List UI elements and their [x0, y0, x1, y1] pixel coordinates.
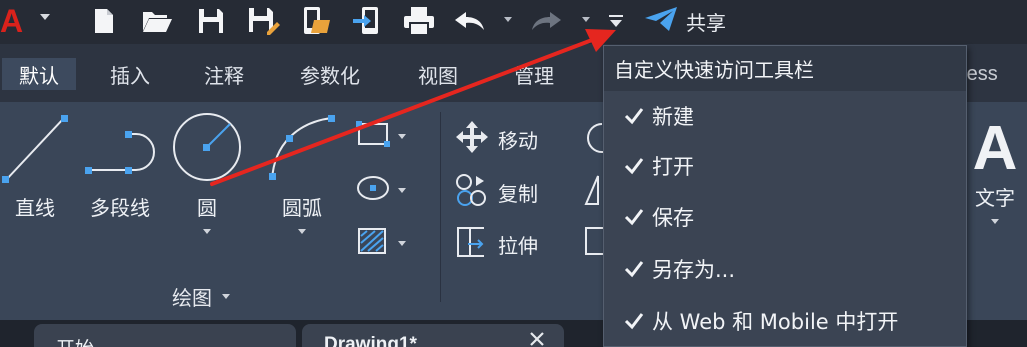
hatch-tool[interactable] — [356, 226, 406, 260]
customize-dropdown-icon[interactable] — [604, 6, 628, 36]
rotate-icon[interactable] — [582, 120, 604, 154]
hatch-icon — [356, 226, 390, 260]
check-icon — [624, 260, 646, 278]
menu-title: 自定义快速访问工具栏 — [604, 46, 966, 91]
arc-dropdown-caret-icon[interactable] — [298, 229, 306, 234]
mirror-icon[interactable] — [582, 172, 604, 206]
open-icon[interactable] — [140, 6, 174, 36]
app-menu-caret-icon[interactable] — [40, 14, 50, 20]
text-dropdown-caret-icon[interactable] — [991, 219, 999, 224]
draw-panel-expand-caret-icon[interactable] — [222, 294, 230, 299]
drawing-tab[interactable]: Drawing1* — [302, 324, 564, 347]
polyline-label: 多段线 — [90, 196, 150, 220]
tab-manage[interactable]: 管理 — [496, 58, 572, 90]
quick-access-toolbar: A 共享 — [0, 0, 1027, 44]
copy-label: 复制 — [498, 181, 538, 206]
app-logo[interactable]: A — [0, 4, 38, 38]
share-icon — [644, 6, 678, 37]
tab-parametric[interactable]: 参数化 — [280, 58, 380, 90]
tab-default[interactable]: 默认 — [2, 58, 76, 90]
text-label: 文字 — [975, 186, 1015, 210]
text-tool[interactable]: A 文字 — [966, 116, 1024, 224]
ellipse-tool[interactable] — [356, 174, 406, 206]
polyline-icon — [80, 110, 160, 192]
hatch-dropdown-caret-icon[interactable] — [398, 240, 406, 246]
menu-item-label: 另存为... — [652, 258, 736, 282]
ellipse-icon — [356, 174, 390, 206]
tab-insert[interactable]: 插入 — [92, 58, 168, 90]
text-icon: A — [972, 114, 1018, 183]
save-as-icon[interactable] — [246, 6, 282, 36]
draw-panel-title[interactable]: 绘图 — [172, 282, 230, 311]
menu-item-open-from-web-mobile[interactable]: 从 Web 和 Mobile 中打开 — [604, 296, 966, 346]
circle-icon — [170, 110, 244, 192]
menu-item-label: 从 Web 和 Mobile 中打开 — [652, 310, 899, 334]
share-button[interactable]: 共享 — [644, 6, 726, 36]
move-tool[interactable]: 移动 — [454, 120, 538, 158]
arc-tool[interactable]: 圆弧 — [262, 110, 342, 234]
circle-dropdown-caret-icon[interactable] — [203, 229, 211, 234]
redo-icon[interactable] — [528, 6, 564, 36]
close-icon[interactable] — [528, 330, 546, 347]
start-tab[interactable]: 开始 — [34, 324, 296, 347]
check-icon — [624, 107, 646, 125]
ellipse-dropdown-caret-icon[interactable] — [398, 187, 406, 193]
panel-separator — [440, 112, 441, 302]
stretch-tool[interactable]: 拉伸 — [454, 224, 538, 264]
share-label: 共享 — [686, 10, 726, 35]
menu-item-label: 打开 — [652, 155, 694, 179]
print-icon[interactable] — [400, 6, 438, 36]
move-label: 移动 — [498, 128, 538, 153]
undo-dropdown-caret-icon[interactable] — [504, 17, 512, 22]
circle-tool[interactable]: 圆 — [170, 110, 244, 234]
stretch-label: 拉伸 — [498, 233, 538, 258]
menu-item-save[interactable]: 保存 — [604, 192, 966, 242]
move-icon — [454, 120, 490, 158]
rectangle-dropdown-caret-icon[interactable] — [398, 133, 406, 139]
menu-item-label: 保存 — [652, 206, 694, 230]
copy-tool[interactable]: 复制 — [454, 172, 538, 212]
save-icon[interactable] — [194, 6, 228, 36]
rectangle-tool[interactable] — [356, 120, 406, 152]
check-icon — [624, 312, 646, 330]
polyline-tool[interactable]: 多段线 — [80, 110, 160, 221]
redo-dropdown-caret-icon[interactable] — [582, 17, 590, 22]
save-to-web-mobile-icon[interactable] — [350, 6, 384, 36]
line-tool[interactable]: 直线 — [2, 110, 68, 221]
line-label: 直线 — [15, 196, 55, 220]
scale-icon[interactable] — [582, 224, 604, 258]
line-icon — [2, 110, 68, 192]
undo-icon[interactable] — [452, 6, 488, 36]
tab-annotate[interactable]: 注释 — [186, 58, 262, 90]
stretch-icon — [454, 224, 490, 264]
tab-express-tools[interactable]: ress — [960, 58, 1027, 90]
menu-item-save-as[interactable]: 另存为... — [604, 244, 966, 294]
menu-item-new[interactable]: 新建 — [604, 91, 966, 141]
tab-view[interactable]: 视图 — [400, 58, 476, 90]
check-icon — [624, 157, 646, 175]
rectangle-icon — [356, 120, 390, 152]
menu-item-label: 新建 — [652, 105, 694, 129]
menu-item-open[interactable]: 打开 — [604, 141, 966, 191]
draw-panel-title-label: 绘图 — [172, 286, 212, 310]
circle-label: 圆 — [197, 196, 217, 220]
arc-icon — [262, 110, 342, 192]
customize-quick-access-menu: 自定义快速访问工具栏 新建 打开 保存 另存为... 从 Web 和 Mobil… — [603, 45, 967, 347]
new-icon[interactable] — [88, 6, 120, 36]
drawing-tab-label: Drawing1* — [324, 334, 417, 347]
open-web-mobile-icon[interactable] — [298, 6, 334, 36]
arc-label: 圆弧 — [282, 196, 322, 220]
check-icon — [624, 208, 646, 226]
copy-icon — [454, 172, 490, 212]
